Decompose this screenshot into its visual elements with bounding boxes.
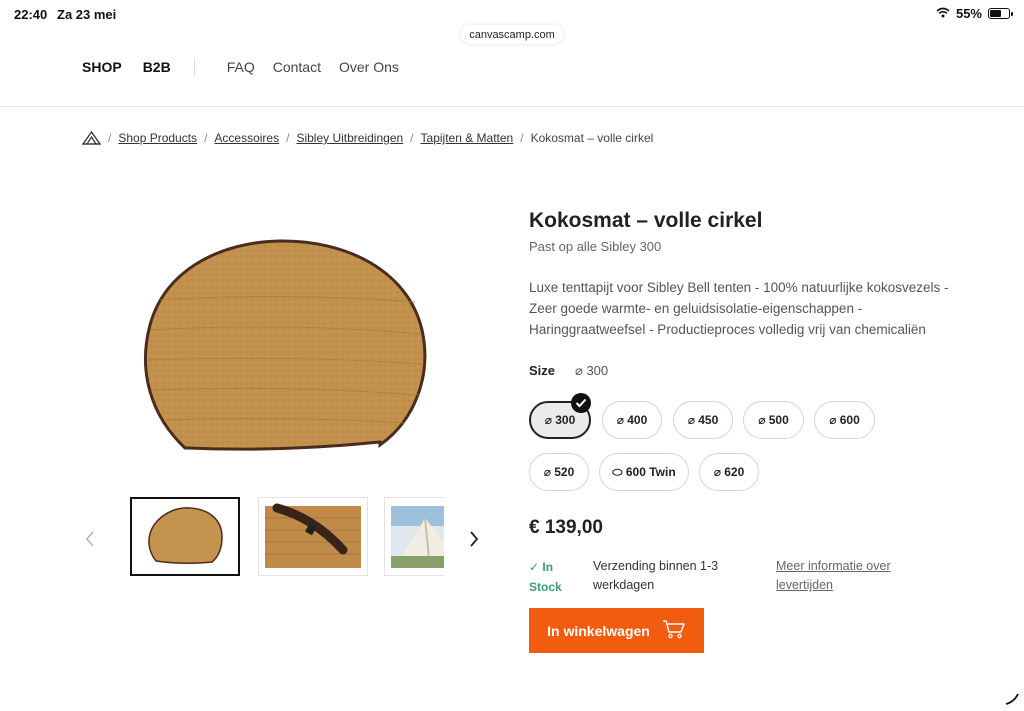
url-bar[interactable]: canvascamp.com <box>461 25 563 44</box>
size-option-label: ⌀ 620 <box>713 465 745 479</box>
add-to-cart-button[interactable]: In winkelwagen <box>529 608 704 653</box>
breadcrumb-separator: / <box>520 131 524 145</box>
nav-b2b[interactable]: B2B <box>143 59 171 75</box>
size-option-label: ⌀ 300 <box>544 413 576 427</box>
thumbnail-prev-arrow-icon[interactable] <box>84 530 100 552</box>
thumbnail-strip <box>130 497 444 579</box>
size-option-400[interactable]: ⌀ 400 <box>602 401 662 439</box>
nav-divider <box>193 58 195 76</box>
thumbnail-closeup[interactable] <box>258 497 368 576</box>
breadcrumb-shop-products[interactable]: Shop Products <box>118 131 197 145</box>
shipping-line-2: werkdagen <box>593 578 655 592</box>
shipping-info: Verzending binnen 1-3 werkdagen <box>593 557 753 595</box>
size-option-label: ⌀ 520 <box>543 465 575 479</box>
thumbnail-tent[interactable] <box>384 497 444 576</box>
more-info-line-1: Meer informatie over <box>776 559 891 573</box>
size-option-600-twin[interactable]: ⬭ 600 Twin <box>599 453 689 491</box>
size-option-520[interactable]: ⌀ 520 <box>529 453 589 491</box>
battery-icon <box>988 8 1013 19</box>
more-info-line-2: levertijden <box>776 578 833 592</box>
nav-over-ons[interactable]: Over Ons <box>339 59 399 75</box>
shipping-line-1: Verzending binnen 1-3 <box>593 559 719 573</box>
check-icon: ✓ <box>529 560 540 574</box>
add-to-cart-label: In winkelwagen <box>547 622 650 639</box>
nav-shop[interactable]: SHOP <box>82 59 122 75</box>
thumbnail-mat[interactable] <box>130 497 240 576</box>
stock-line-1: In <box>542 560 554 574</box>
breadcrumb-accessoires[interactable]: Accessoires <box>214 131 279 145</box>
nav-contact[interactable]: Contact <box>273 59 321 75</box>
product-main-image[interactable] <box>130 230 440 465</box>
thumbnail-next-arrow-icon[interactable] <box>468 530 484 552</box>
breadcrumb-separator: / <box>410 131 414 145</box>
size-option-label: ⌀ 600 <box>829 413 860 427</box>
breadcrumb-separator: / <box>204 131 208 145</box>
nav-faq[interactable]: FAQ <box>227 59 255 75</box>
size-label: Size <box>529 363 556 378</box>
size-option-300[interactable]: ⌀ 300 <box>529 393 591 439</box>
delivery-info-link[interactable]: Meer informatie over levertijden <box>776 557 916 595</box>
breadcrumb-tapijten-matten[interactable]: Tapijten & Matten <box>421 131 514 145</box>
size-option-620[interactable]: ⌀ 620 <box>699 453 759 491</box>
breadcrumb: / Shop Products / Accessoires / Sibley U… <box>82 131 653 145</box>
status-date: Za 23 mei <box>57 7 117 22</box>
status-bar: 22:40 Za 23 mei 55% <box>0 0 1024 28</box>
checkmark-icon <box>571 393 591 413</box>
size-option-label: ⌀ 450 <box>687 413 719 427</box>
battery-percentage: 55% <box>955 6 982 21</box>
size-option-label: ⬭ 600 Twin <box>612 464 676 479</box>
status-right: 55% <box>936 6 1013 21</box>
stock-status: ✓ In Stock <box>529 557 562 597</box>
product-title: Kokosmat – volle cirkel <box>529 209 763 232</box>
resize-corner-icon <box>1004 690 1020 706</box>
size-option-450[interactable]: ⌀ 450 <box>673 401 733 439</box>
breadcrumb-separator: / <box>286 131 290 145</box>
product-subtitle: Past op alle Sibley 300 <box>529 239 662 254</box>
size-option-500[interactable]: ⌀ 500 <box>743 401 804 439</box>
stock-line-2: Stock <box>529 580 562 594</box>
size-row: Size ⌀ 300 <box>529 363 608 379</box>
size-option-label: ⌀ 500 <box>758 413 789 427</box>
header-divider <box>0 106 1024 107</box>
selected-size-value: ⌀ 300 <box>575 363 609 378</box>
status-time: 22:40 <box>14 7 48 22</box>
cart-icon <box>662 619 686 642</box>
size-option-600[interactable]: ⌀ 600 <box>814 401 875 439</box>
breadcrumb-current: Kokosmat – volle cirkel <box>530 131 654 145</box>
product-description: Luxe tenttapijt voor Sibley Bell tenten … <box>529 280 949 337</box>
size-option-label: ⌀ 400 <box>616 413 648 427</box>
breadcrumb-separator: / <box>108 131 112 145</box>
home-tent-icon[interactable] <box>82 131 101 145</box>
breadcrumb-sibley-uitbreidingen[interactable]: Sibley Uitbreidingen <box>296 131 403 145</box>
main-nav: SHOP B2B FAQ Contact Over Ons <box>82 57 417 77</box>
product-price: € 139,00 <box>529 517 603 538</box>
wifi-icon <box>936 6 950 21</box>
